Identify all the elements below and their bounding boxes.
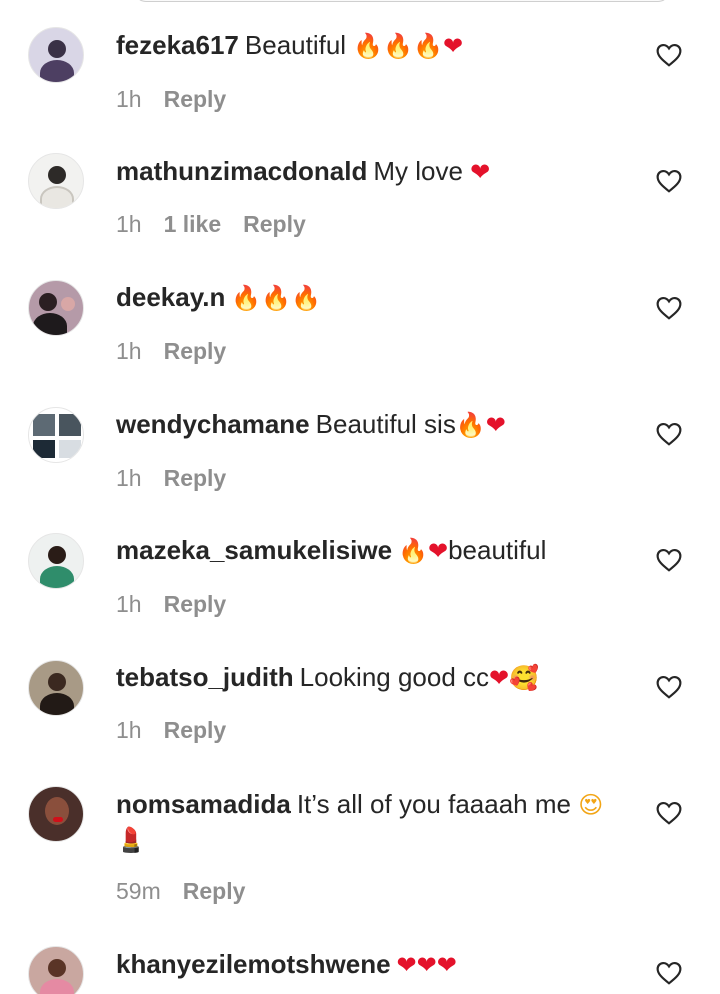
avatar[interactable] xyxy=(28,786,84,842)
smiling-face-heart-eyes-emoji: 😍 xyxy=(578,791,604,819)
comment-meta: 1h Reply xyxy=(116,590,226,618)
comment-meta: 1h Reply xyxy=(116,464,226,492)
fire-emoji: 🔥 xyxy=(291,284,322,312)
comment-username[interactable]: khanyezilemotshwene xyxy=(116,949,391,979)
comment-username[interactable]: deekay.n xyxy=(116,282,225,312)
like-heart-icon[interactable] xyxy=(656,422,682,446)
comment-meta: 1h Reply xyxy=(116,716,226,744)
reply-button[interactable]: Reply xyxy=(164,590,227,618)
comment-text: khanyezilemotshwene ❤❤❤ xyxy=(116,948,636,981)
fire-emoji: 🔥 xyxy=(413,32,443,60)
heart-emoji: ❤ xyxy=(416,951,437,979)
comment-time: 1h xyxy=(116,338,142,364)
comment-time: 1h xyxy=(116,86,142,112)
like-heart-icon[interactable] xyxy=(656,169,682,193)
like-heart-icon[interactable] xyxy=(656,801,682,825)
heart-emoji: ❤ xyxy=(396,951,417,979)
fire-emoji: 🔥 xyxy=(231,284,262,312)
comment-text: mazeka_samukelisiwe 🔥❤beautiful xyxy=(116,534,636,567)
like-heart-icon[interactable] xyxy=(656,43,682,67)
comment-input-edge[interactable] xyxy=(134,0,670,2)
heart-emoji: ❤ xyxy=(489,664,510,692)
comment-meta: 1h Reply xyxy=(116,337,226,365)
avatar[interactable] xyxy=(28,533,84,589)
reply-button[interactable]: Reply xyxy=(183,877,246,905)
comment-text: tebatso_judith Looking good cc❤🥰 xyxy=(116,661,636,694)
likes-count[interactable]: 1 like xyxy=(164,210,222,238)
comment-time: 1h xyxy=(116,211,142,237)
heart-emoji: ❤ xyxy=(442,32,464,60)
comment-username[interactable]: fezeka617 xyxy=(116,30,239,60)
comment-meta: 1h 1 like Reply xyxy=(116,210,306,238)
comment-username[interactable]: tebatso_judith xyxy=(116,662,294,692)
comment-time: 59m xyxy=(116,878,161,904)
comment-body: Beautiful sis xyxy=(315,409,456,439)
heart-emoji: ❤ xyxy=(427,537,449,565)
comment-username[interactable]: mazeka_samukelisiwe xyxy=(116,535,392,565)
comment-time: 1h xyxy=(116,717,142,743)
avatar[interactable] xyxy=(28,153,84,209)
reply-button[interactable]: Reply xyxy=(164,716,227,744)
comment-time: 1h xyxy=(116,465,142,491)
comment-text: fezeka617 Beautiful 🔥🔥🔥❤ xyxy=(116,29,636,62)
reply-button[interactable]: Reply xyxy=(164,464,227,492)
comment-username[interactable]: wendychamane xyxy=(116,409,310,439)
like-heart-icon[interactable] xyxy=(656,675,682,699)
comment-text: deekay.n 🔥🔥🔥 xyxy=(116,281,636,314)
avatar[interactable] xyxy=(28,946,84,994)
comment-time: 1h xyxy=(116,591,142,617)
lipstick-emoji: 💄 xyxy=(116,826,146,854)
avatar[interactable] xyxy=(28,660,84,716)
avatar[interactable] xyxy=(28,407,84,463)
heart-emoji: ❤ xyxy=(485,411,506,439)
comment-meta: 59m Reply xyxy=(116,877,245,905)
comment-text: mathunzimacdonald My love ❤ xyxy=(116,155,636,188)
comment-body: Beautiful xyxy=(244,30,354,60)
comment-text: wendychamane Beautiful sis🔥❤ xyxy=(116,408,636,441)
comment-username[interactable]: mathunzimacdonald xyxy=(116,156,367,186)
fire-emoji: 🔥 xyxy=(353,32,384,60)
avatar[interactable] xyxy=(28,27,84,83)
fire-emoji: 🔥 xyxy=(261,284,292,312)
reply-button[interactable]: Reply xyxy=(164,85,227,113)
heart-emoji: ❤ xyxy=(436,951,457,979)
comments-screen: fezeka617 Beautiful 🔥🔥🔥❤ 1h Reply mathunz… xyxy=(0,0,720,994)
like-heart-icon[interactable] xyxy=(656,296,682,320)
comment-meta: 1h Reply xyxy=(116,85,226,113)
reply-button[interactable]: Reply xyxy=(164,337,227,365)
like-heart-icon[interactable] xyxy=(656,548,682,572)
comment-body: It’s all of you faaaah me xyxy=(296,789,579,819)
avatar[interactable] xyxy=(28,280,84,336)
comment-text: nomsamadida It’s all of you faaaah me 😍 💄 xyxy=(116,787,616,857)
comment-body: My love xyxy=(373,156,471,186)
comment-username[interactable]: nomsamadida xyxy=(116,789,291,819)
comment-body: beautiful xyxy=(448,535,547,565)
reply-button[interactable]: Reply xyxy=(243,210,306,238)
comment-body: Looking good cc xyxy=(299,662,490,692)
fire-emoji: 🔥 xyxy=(455,411,486,439)
fire-emoji: 🔥 xyxy=(383,32,414,60)
like-heart-icon[interactable] xyxy=(656,961,682,985)
heart-emoji: ❤ xyxy=(470,158,491,186)
smiling-face-hearts-emoji: 🥰 xyxy=(509,664,540,692)
fire-emoji: 🔥 xyxy=(398,537,428,565)
